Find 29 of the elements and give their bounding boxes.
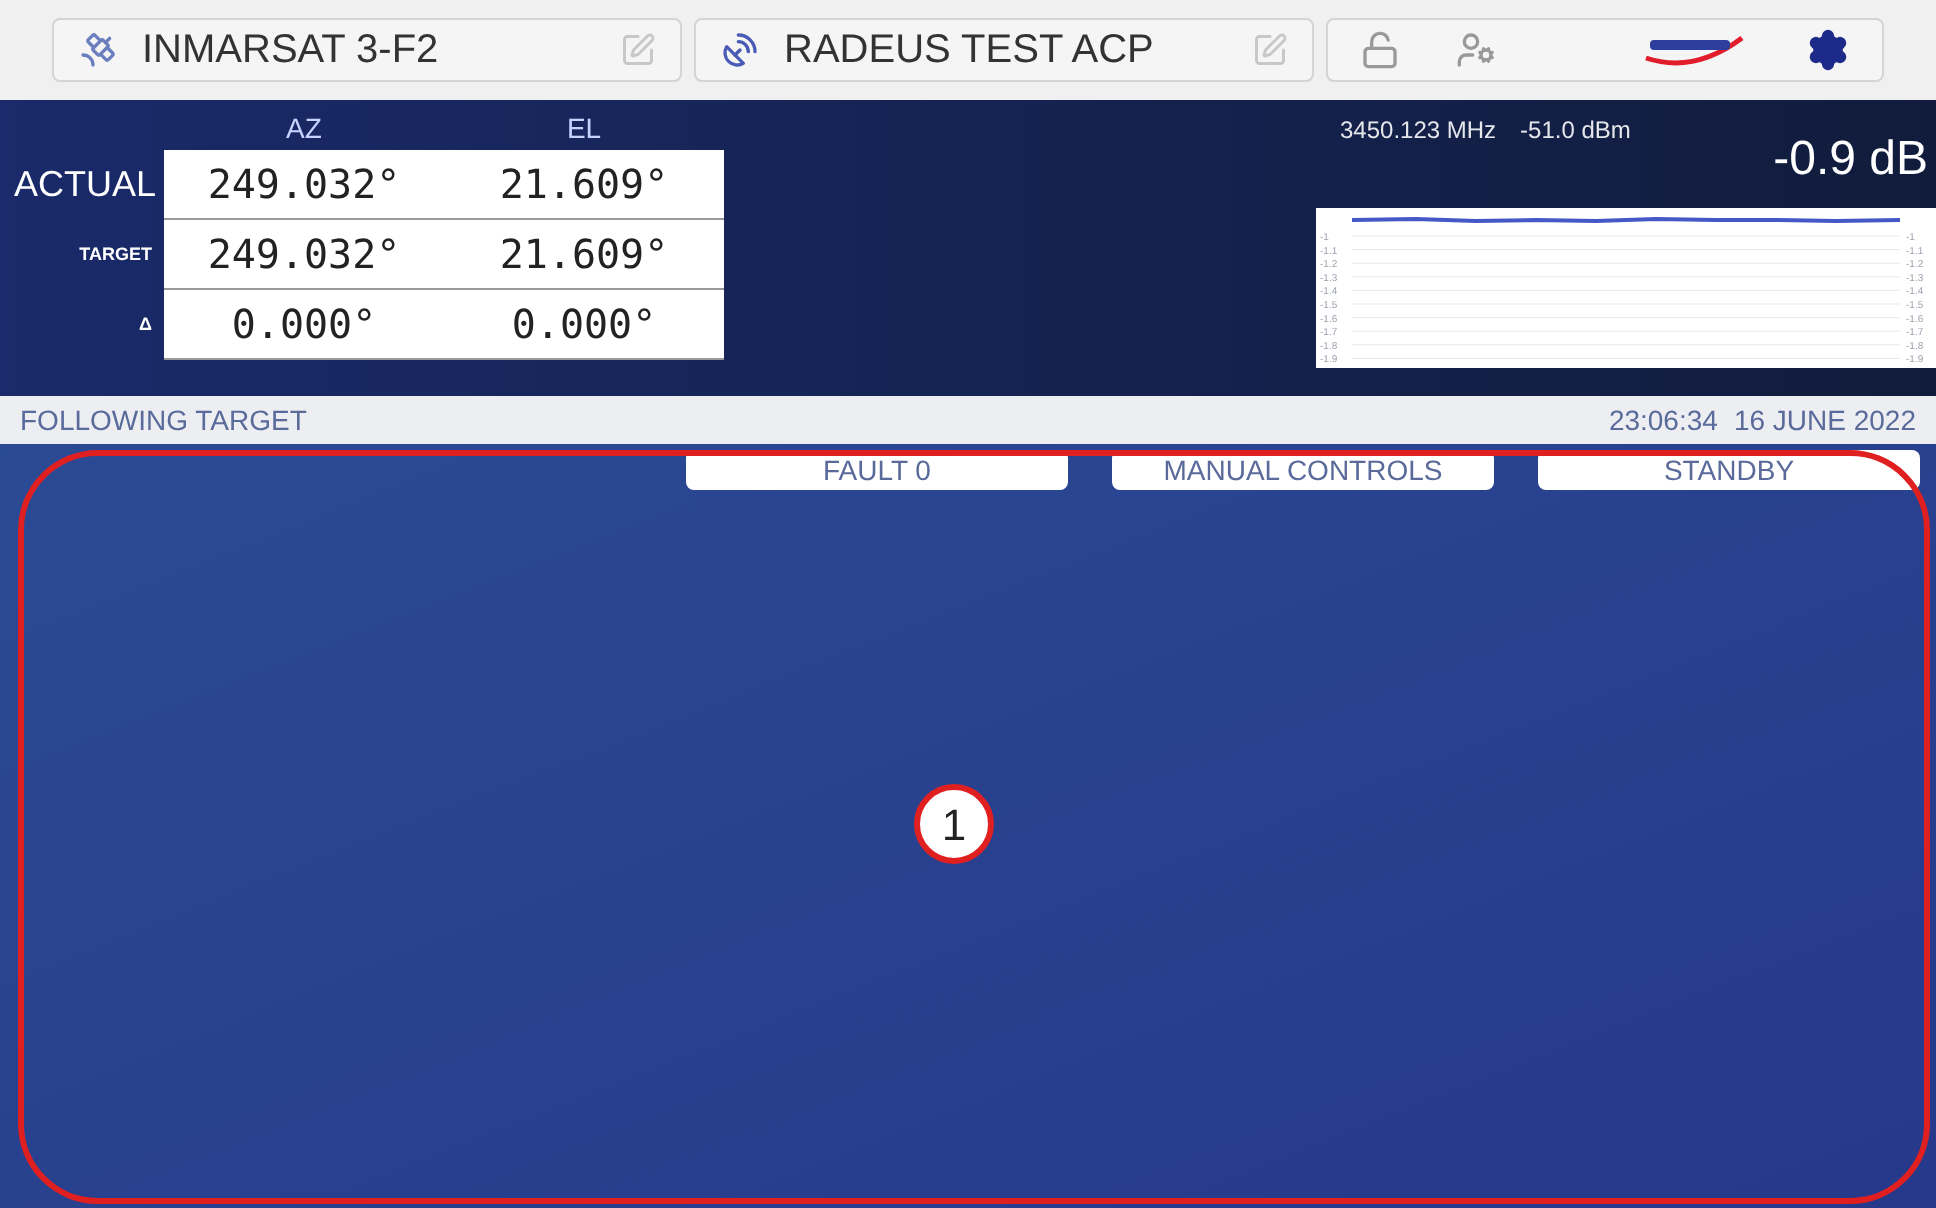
frequency-reading: 3450.123 MHz [1340, 114, 1497, 148]
column-header: EL [564, 110, 604, 148]
angle-value: 0.000° [229, 298, 379, 352]
time-text: 23:06:34 [1608, 401, 1718, 439]
angle-value: 21.609° [497, 158, 671, 212]
level-reading: -0.9 dB [1773, 130, 1930, 190]
column-header: AZ [284, 110, 324, 148]
settings-icon[interactable] [1806, 28, 1850, 72]
edit-icon[interactable] [620, 32, 656, 68]
antenna-name: RADEUS TEST ACP [784, 26, 1154, 76]
angle-value: 0.000° [509, 298, 659, 352]
satellite-selector[interactable]: INMARSAT 3-F2 [52, 18, 682, 82]
dish-icon [720, 30, 760, 70]
callout-badge: 1 [914, 784, 994, 864]
antenna-selector[interactable]: RADEUS TEST ACP [694, 18, 1314, 82]
angle-value: 249.032° [205, 228, 403, 282]
unlock-icon[interactable] [1360, 30, 1400, 70]
satellite-name: INMARSAT 3-F2 [142, 26, 439, 76]
angle-value: 21.609° [497, 228, 671, 282]
date-text: 16 JUNE 2022 [1733, 401, 1916, 439]
row-label: Δ [137, 311, 154, 338]
edit-icon[interactable] [1252, 32, 1288, 68]
satellite-icon [78, 30, 118, 70]
row-label: TARGET [77, 241, 154, 268]
power-reading: -51.0 dBm [1520, 114, 1631, 148]
angle-value: 249.032° [205, 158, 403, 212]
user-settings-icon[interactable] [1456, 30, 1496, 70]
mode-status: FOLLOWING TARGET [20, 401, 307, 439]
row-label: ACTUAL [11, 162, 158, 208]
